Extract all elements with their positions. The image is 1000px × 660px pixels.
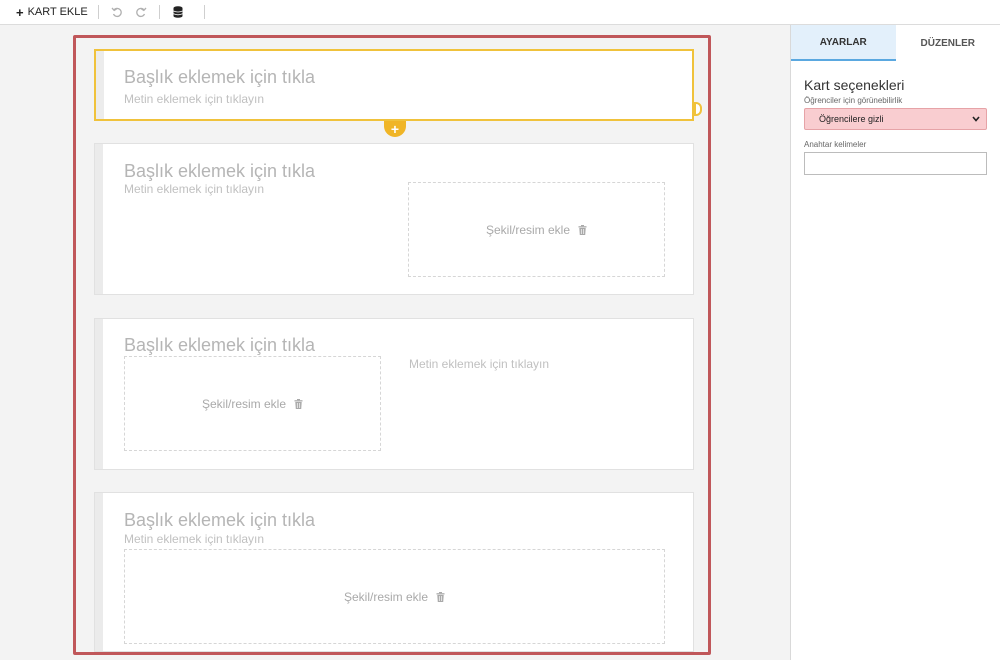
card-title[interactable]: Başlık eklemek için tıkla: [124, 161, 315, 182]
card-text[interactable]: Metin eklemek için tıklayın: [124, 532, 264, 546]
card-text[interactable]: Metin eklemek için tıklayın: [124, 92, 264, 106]
image-placeholder[interactable]: Şekil/resim ekle: [124, 356, 381, 451]
card-text[interactable]: Metin eklemek için tıklayın: [409, 357, 549, 371]
card-1[interactable]: Başlık eklemek için tıkla Metin eklemek …: [94, 49, 694, 121]
visibility-label: Öğrenciler için görünebilirlik: [804, 96, 903, 105]
toolbar-divider: [97, 5, 99, 19]
image-placeholder-label: Şekil/resim ekle: [201, 396, 287, 411]
tab-layouts[interactable]: DÜZENLER: [896, 25, 1000, 61]
image-placeholder-label: Şekil/resim ekle: [485, 222, 571, 237]
card-2[interactable]: Başlık eklemek için tıkla Metin eklemek …: [94, 143, 694, 295]
visibility-select[interactable]: Öğrencilere gizli: [804, 108, 987, 130]
keywords-input[interactable]: [804, 152, 987, 175]
image-placeholder[interactable]: Şekil/resim ekle: [124, 549, 665, 644]
keywords-label: Anahtar kelimeler: [804, 140, 867, 149]
panel-tabs: AYARLAR DÜZENLER: [791, 25, 1000, 61]
settings-panel: AYARLAR DÜZENLER Kart seçenekleri Öğrenc…: [790, 25, 1000, 660]
section-title: Kart seçenekleri: [804, 77, 905, 93]
add-card-label: KART EKLE: [27, 6, 88, 18]
card-title[interactable]: Başlık eklemek için tıkla: [124, 510, 315, 531]
redo-icon[interactable]: [133, 4, 149, 20]
card-text[interactable]: Metin eklemek için tıklayın: [124, 182, 264, 196]
card-3[interactable]: Başlık eklemek için tıkla Şekil/resim ek…: [94, 318, 694, 470]
top-toolbar: + KART EKLE: [0, 0, 1000, 25]
card-title[interactable]: Başlık eklemek için tıkla: [124, 67, 315, 88]
undo-icon[interactable]: [109, 4, 125, 20]
chevron-down-icon: [972, 114, 980, 124]
image-placeholder-label: Şekil/resim ekle: [343, 589, 429, 604]
editor-canvas: Başlık eklemek için tıkla Metin eklemek …: [0, 25, 790, 660]
trash-icon[interactable]: [578, 224, 587, 235]
toolbar-divider: [158, 5, 160, 19]
add-card-button[interactable]: + KART EKLE: [16, 6, 88, 19]
database-icon[interactable]: [170, 4, 186, 20]
card-title[interactable]: Başlık eklemek için tıkla: [124, 335, 315, 356]
image-placeholder[interactable]: Şekil/resim ekle: [408, 182, 665, 277]
trash-icon[interactable]: [436, 591, 445, 602]
toolbar-divider: [203, 5, 205, 19]
trash-icon[interactable]: [294, 398, 303, 409]
visibility-value: Öğrencilere gizli: [819, 114, 884, 124]
panel-body: Kart seçenekleri Öğrenciler için görüneb…: [791, 61, 1000, 189]
plus-icon: +: [16, 4, 24, 20]
tab-settings[interactable]: AYARLAR: [791, 25, 896, 61]
card-4[interactable]: Başlık eklemek için tıkla Metin eklemek …: [94, 492, 694, 652]
